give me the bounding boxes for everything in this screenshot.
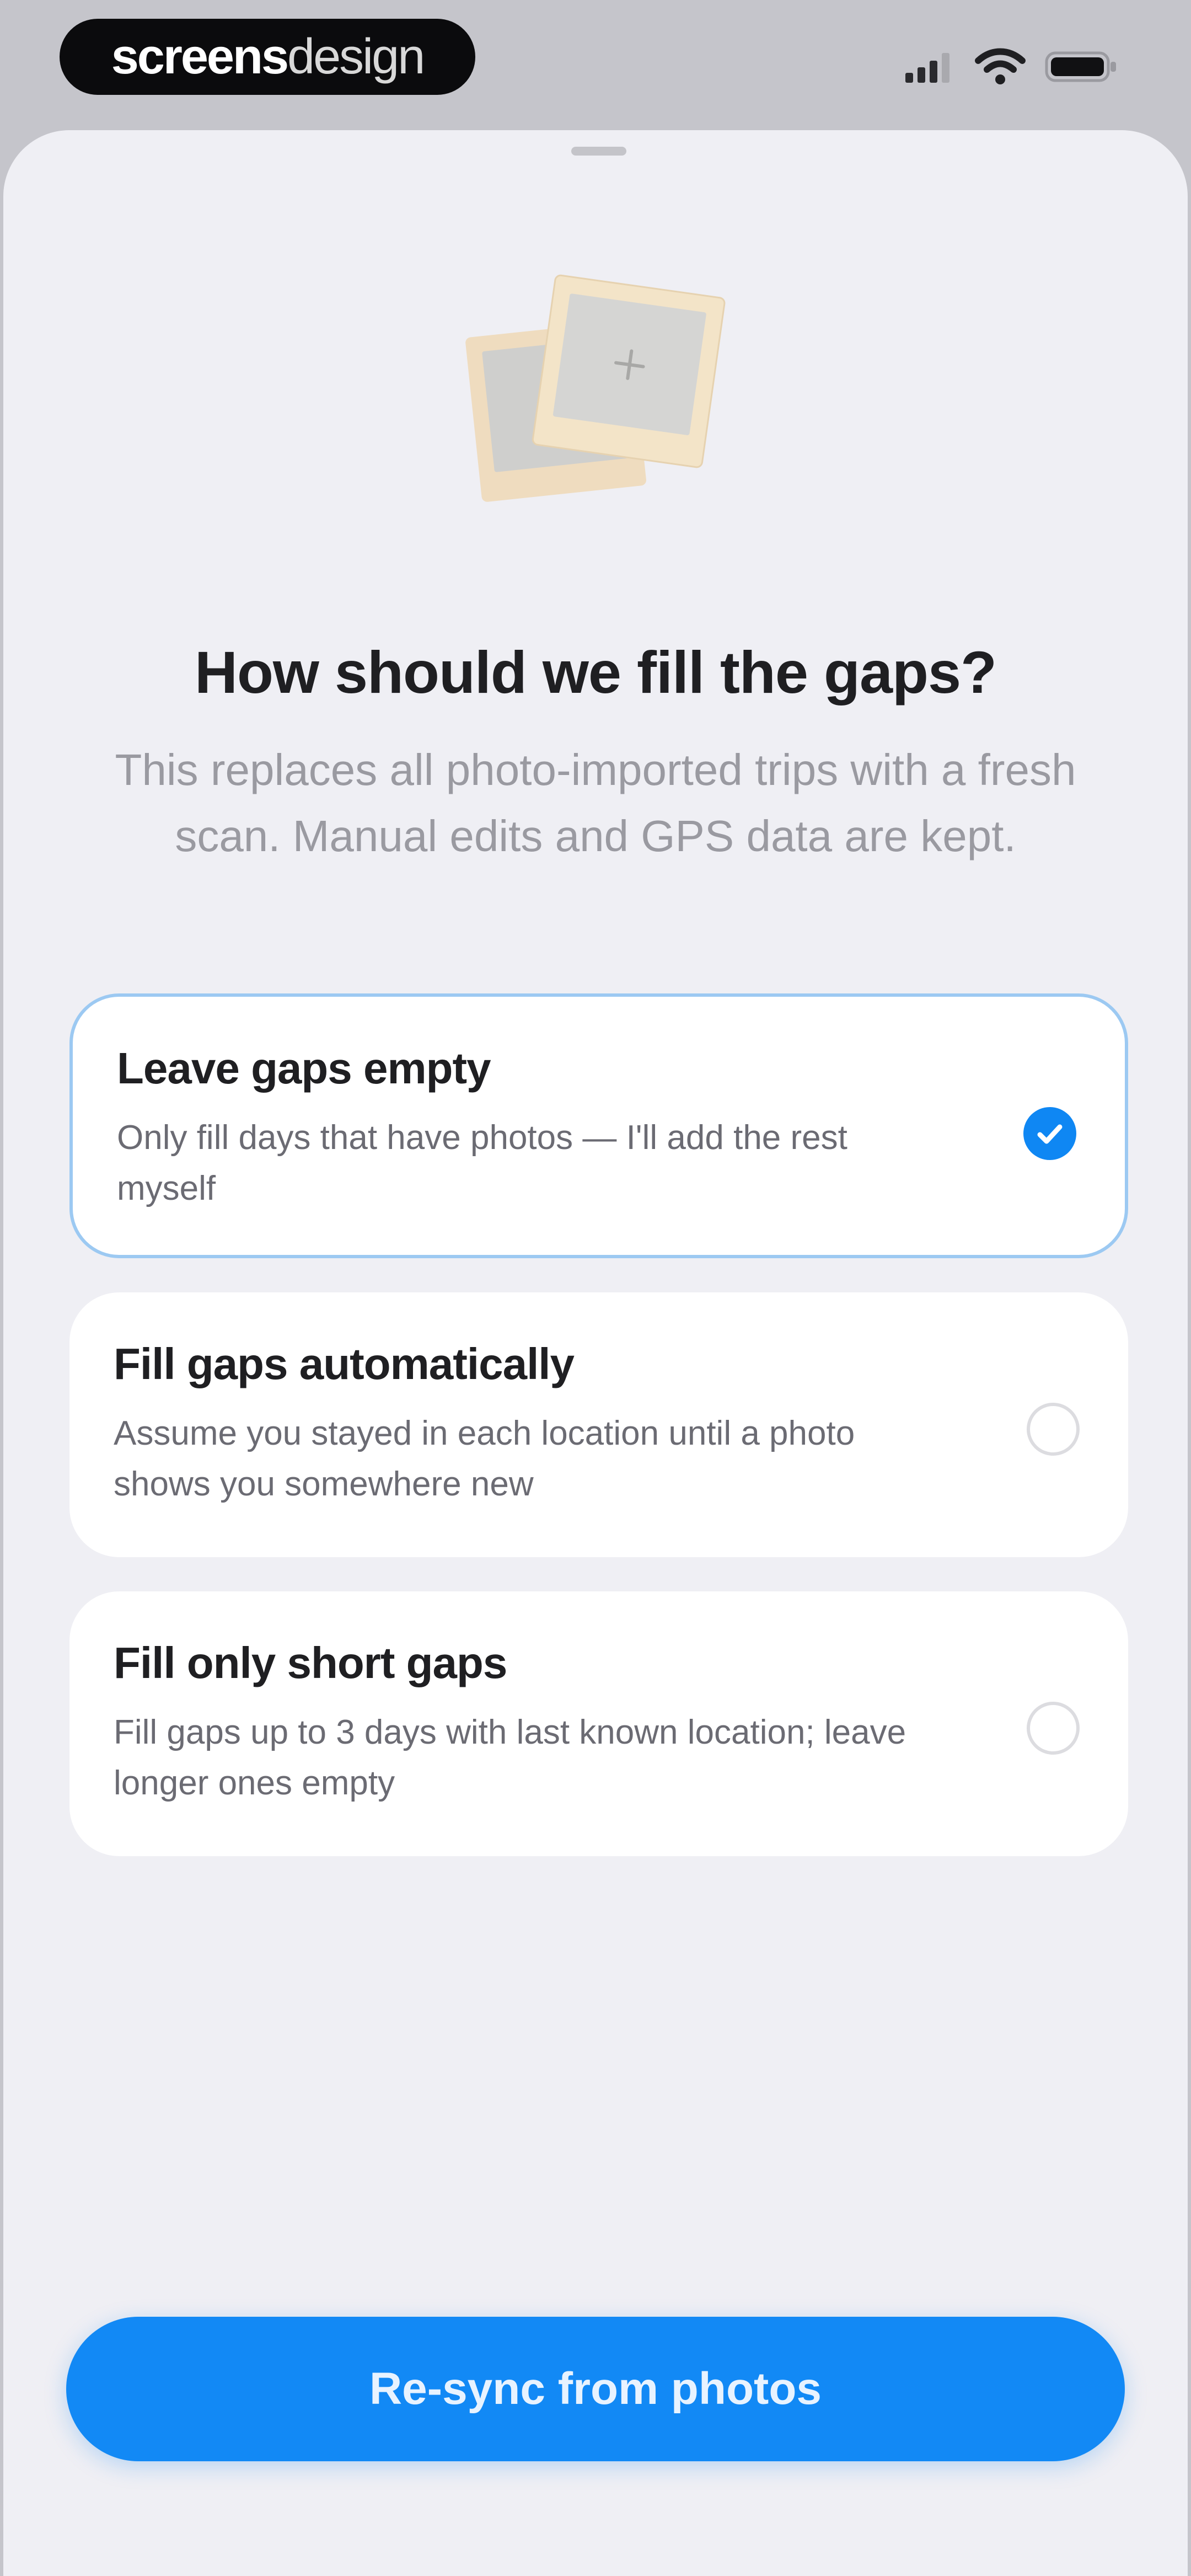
checkmark-icon (1037, 1124, 1063, 1144)
option-leave-gaps-empty[interactable]: Leave gaps empty Only fill days that hav… (69, 993, 1128, 1258)
resync-from-photos-button[interactable]: Re-sync from photos (66, 2317, 1125, 2461)
cellular-signal-icon (905, 53, 949, 83)
option-description: Assume you stayed in each location until… (114, 1414, 855, 1503)
sheet-subtitle: This replaces all photo-imported trips w… (115, 745, 1076, 861)
battery-icon (1045, 51, 1116, 82)
option-fill-only-short-gaps[interactable]: Fill only short gaps Fill gaps up to 3 d… (69, 1591, 1128, 1856)
option-description: Only fill days that have photos — I'll a… (117, 1119, 847, 1207)
option-description: Fill gaps up to 3 days with last known l… (114, 1713, 906, 1802)
screen: screensdesign How should we fill the gap… (0, 0, 1191, 2576)
radio-checked-icon[interactable] (1023, 1107, 1076, 1160)
radio-unchecked-icon[interactable] (1027, 1702, 1080, 1755)
option-title: Fill only short gaps (114, 1638, 507, 1687)
brand-logo: screensdesign (60, 19, 475, 95)
photo-stack-icon (465, 274, 726, 502)
status-bar: screensdesign (0, 0, 1191, 121)
status-icons (904, 47, 1119, 86)
brand-logo-part2: design (287, 29, 425, 84)
bottom-sheet: How should we fill the gaps? This replac… (3, 130, 1188, 2576)
option-title: Fill gaps automatically (114, 1339, 575, 1388)
sheet-title: How should we fill the gaps? (194, 639, 997, 706)
option-title: Leave gaps empty (117, 1044, 491, 1093)
radio-unchecked-icon[interactable] (1027, 1403, 1080, 1456)
sheet-grabber[interactable] (571, 147, 626, 156)
fill-options-list: Leave gaps empty Only fill days that hav… (69, 993, 1128, 1890)
option-fill-gaps-automatically[interactable]: Fill gaps automatically Assume you staye… (69, 1292, 1128, 1557)
wifi-icon (975, 48, 1026, 84)
brand-logo-part1: screens (111, 29, 289, 84)
